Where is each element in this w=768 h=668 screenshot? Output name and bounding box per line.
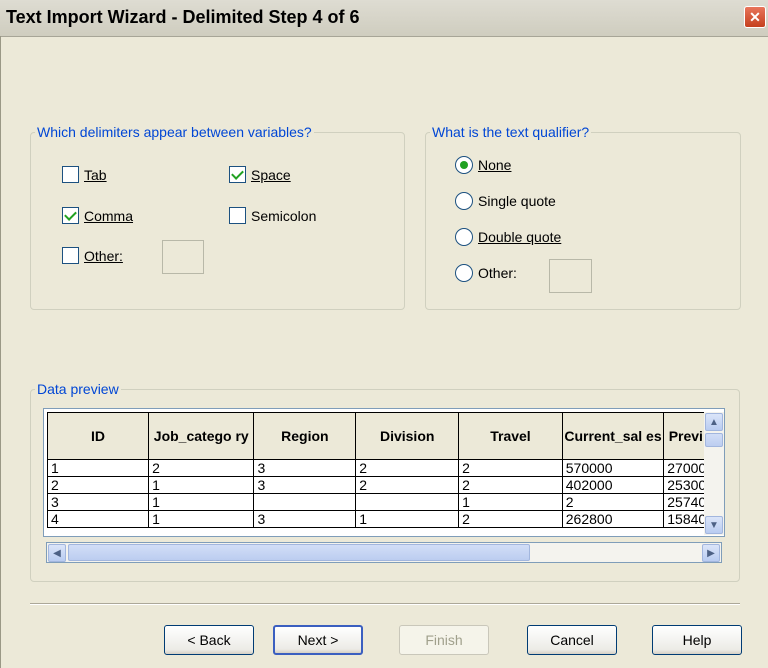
table-cell: 2 — [355, 476, 460, 494]
checkbox-box[interactable] — [62, 207, 79, 224]
table-cell: 3 — [253, 510, 357, 528]
table-cell: 4 — [46, 510, 150, 528]
table-cell: 2 — [561, 493, 665, 511]
table-cell: 2 — [458, 510, 563, 528]
data-preview-grid[interactable]: ID Job_catego ry Region Division Travel … — [43, 408, 725, 537]
table-cell: 2 — [148, 459, 255, 477]
column-header[interactable]: Job_catego ry — [148, 412, 255, 460]
other-delimiter-input[interactable] — [162, 240, 204, 274]
table-cell: 1 — [148, 510, 255, 528]
close-icon[interactable]: ✕ — [744, 6, 766, 28]
check-icon — [231, 166, 244, 180]
table-cell: 3 — [253, 459, 357, 477]
comma-label: Comma — [84, 207, 134, 224]
qualifier-double-label: Double quote — [478, 229, 562, 245]
table-cell: 2 — [355, 459, 460, 477]
table-cell: 3 — [253, 476, 357, 494]
qualifier-legend: What is the text qualifier? — [432, 124, 590, 140]
vertical-scroll-thumb[interactable] — [705, 433, 723, 447]
table-cell — [253, 493, 357, 511]
qualifier-other-label: Other: — [478, 265, 517, 281]
preview-table: ID Job_catego ry Region Division Travel … — [46, 412, 724, 528]
table-cell — [355, 493, 460, 511]
header-row: ID Job_catego ry Region Division Travel … — [46, 412, 724, 460]
table-row: 3 1 1 2 25740 — [46, 493, 724, 511]
radio-circle[interactable] — [455, 264, 473, 282]
qualifier-single-label: Single quote — [478, 193, 556, 209]
table-cell: 402000 — [561, 476, 665, 494]
horizontal-scrollbar[interactable]: ◀ ▶ — [46, 542, 722, 563]
scroll-left-icon[interactable]: ◀ — [48, 544, 66, 562]
window-title: Text Import Wizard - Delimited Step 4 of… — [6, 7, 360, 27]
scroll-up-icon[interactable]: ▲ — [705, 413, 723, 431]
table-cell: 262800 — [561, 510, 665, 528]
back-button[interactable]: < Back — [164, 625, 254, 655]
help-button[interactable]: Help — [652, 625, 742, 655]
scroll-right-icon[interactable]: ▶ — [702, 544, 720, 562]
qualifier-single-radio[interactable]: Single quote — [455, 192, 556, 210]
radio-circle[interactable] — [455, 156, 473, 174]
title-bar: Text Import Wizard - Delimited Step 4 of… — [0, 0, 768, 37]
table-row: 1 2 3 2 2 570000 27000 — [46, 459, 724, 477]
other-delimiter-label: Other: — [84, 247, 123, 264]
qualifier-double-radio[interactable]: Double quote — [455, 228, 561, 246]
tab-checkbox[interactable]: Tab — [62, 166, 107, 183]
radio-dot — [460, 161, 468, 169]
table-cell: 1 — [148, 476, 255, 494]
table-row: 2 1 3 2 2 402000 25300 — [46, 476, 724, 494]
table-cell: 2 — [46, 476, 150, 494]
other-qualifier-input[interactable] — [549, 259, 592, 293]
table-cell: 1 — [148, 493, 255, 511]
table-cell: 1 — [355, 510, 460, 528]
tab-label: Tab — [84, 166, 107, 183]
checkbox-box[interactable] — [229, 166, 246, 183]
column-header[interactable]: Region — [253, 412, 357, 460]
check-icon — [64, 207, 77, 221]
qualifier-none-radio[interactable]: None — [455, 156, 511, 174]
checkbox-box[interactable] — [62, 247, 79, 264]
column-header[interactable]: Division — [355, 412, 460, 460]
qualifier-none-label: None — [478, 157, 512, 173]
qualifier-other-radio[interactable]: Other: — [455, 264, 517, 282]
cancel-button[interactable]: Cancel — [527, 625, 617, 655]
table-cell: 3 — [46, 493, 150, 511]
checkbox-box[interactable] — [62, 166, 79, 183]
semicolon-label: Semicolon — [251, 207, 317, 224]
checkbox-box[interactable] — [229, 207, 246, 224]
window-border — [0, 36, 1, 668]
table-cell: 1 — [46, 459, 150, 477]
table-cell: 2 — [458, 459, 563, 477]
column-header[interactable]: ID — [46, 412, 150, 460]
space-checkbox[interactable]: Space — [229, 166, 291, 183]
data-preview-legend: Data preview — [37, 381, 119, 397]
table-cell: 570000 — [561, 459, 665, 477]
radio-circle[interactable] — [455, 192, 473, 210]
button-separator — [30, 603, 740, 605]
delimiters-legend: Which delimiters appear between variable… — [37, 124, 312, 140]
column-header[interactable]: Travel — [458, 412, 563, 460]
next-button[interactable]: Next > — [273, 625, 363, 655]
column-header[interactable]: Current_sal es — [561, 412, 665, 460]
finish-button[interactable]: Finish — [399, 625, 489, 655]
table-row: 4 1 3 1 2 262800 15840 — [46, 510, 724, 528]
table-cell: 2 — [458, 476, 563, 494]
semicolon-checkbox[interactable]: Semicolon — [229, 207, 316, 224]
scroll-down-icon[interactable]: ▼ — [705, 516, 723, 534]
vertical-scrollbar[interactable]: ▲ ▼ — [704, 412, 724, 535]
table-cell: 1 — [458, 493, 563, 511]
comma-checkbox[interactable]: Comma — [62, 207, 133, 224]
horizontal-scroll-thumb[interactable] — [68, 544, 530, 561]
other-delimiter-checkbox[interactable]: Other: — [62, 247, 123, 264]
space-label: Space — [251, 166, 291, 183]
radio-circle[interactable] — [455, 228, 473, 246]
